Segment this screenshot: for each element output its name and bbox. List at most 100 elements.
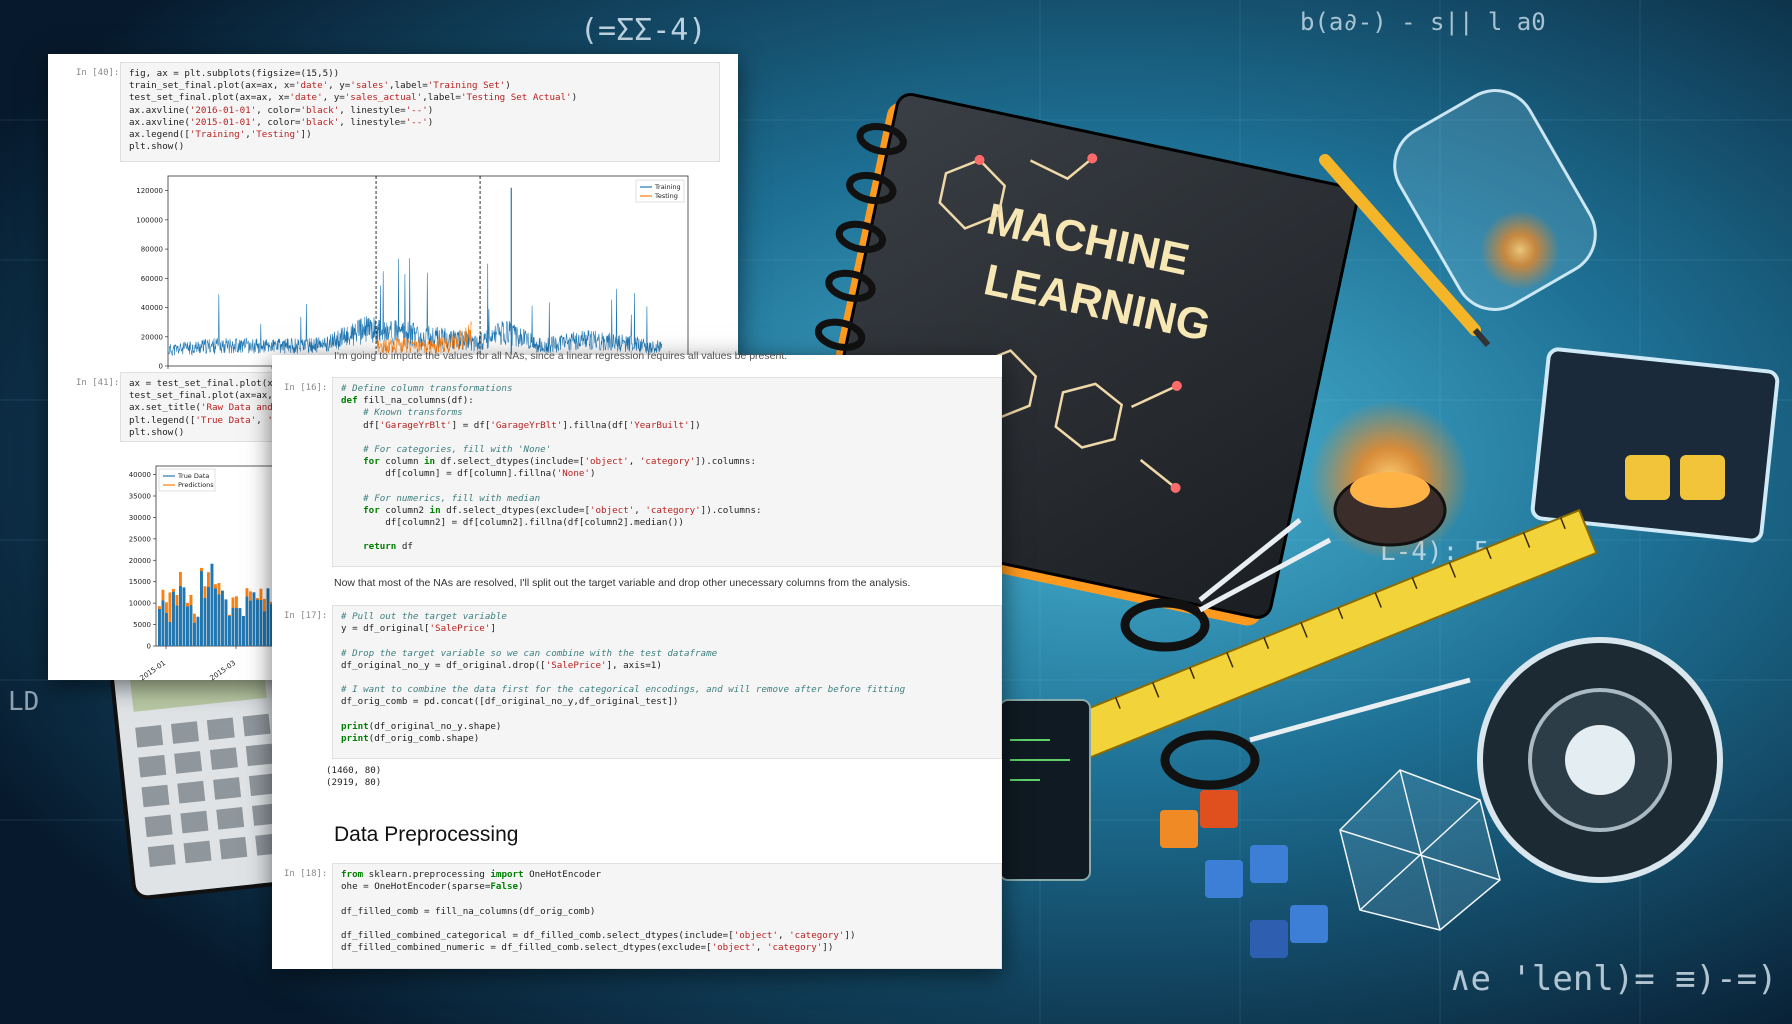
bar-true-data	[161, 600, 165, 646]
code-line: for column in df.select_dtypes(include=[…	[363, 456, 756, 468]
bar-true-data	[242, 616, 245, 646]
code-cell-18[interactable]: from sklearn.preprocessing import OneHot…	[332, 863, 1002, 969]
bar-true-data	[214, 588, 217, 646]
y-tick-label: 60000	[141, 275, 163, 283]
code-line: print(df_original_no_y.shape)	[341, 720, 502, 732]
bar-true-data	[228, 615, 231, 646]
code-line: df[column] = df[column].fillna('None')	[341, 468, 596, 480]
markdown-text: Now that most of the NAs are resolved, I…	[334, 577, 911, 589]
code-line: # Define column transformations	[341, 383, 513, 394]
code-line: ax.axvline('2016-01-01', color='black', …	[129, 104, 434, 116]
speaker-illustration	[1477, 637, 1723, 883]
bar-true-data	[238, 608, 242, 646]
code-line: df_filled_comb = fill_na_columns(df_orig…	[341, 905, 596, 917]
code-line: print(df_orig_comb.shape)	[341, 732, 480, 744]
y-tick-label: 25000	[129, 535, 151, 543]
bar-true-data	[168, 622, 172, 646]
y-tick-label: 35000	[129, 493, 151, 501]
bar-true-data	[263, 611, 266, 646]
legend-label: Testing	[654, 192, 678, 200]
bar-true-data	[182, 587, 186, 646]
code-line: test_set_final.plot(ax=ax, x='date', y='…	[129, 92, 578, 104]
y-tick-label: 30000	[129, 514, 151, 522]
code-line: df_filled_combined_categorical = df_fill…	[341, 929, 856, 941]
code-line: # For numerics, fill with median	[341, 492, 541, 504]
code-line: def fill_na_columns(df):	[341, 395, 474, 407]
bar-true-data	[231, 607, 235, 646]
code-line: return df	[363, 541, 413, 553]
bar-true-data	[245, 596, 249, 646]
bar-true-data	[179, 586, 182, 646]
svg-text:LD: LD	[8, 687, 39, 717]
code-line: df_filled_combined_numeric = df_filled_c…	[341, 942, 834, 954]
cell-prompt: In [17]:	[284, 611, 328, 621]
bar-true-data	[203, 598, 207, 646]
code-line: ax.axvline('2015-01-01', color='black', …	[129, 116, 434, 128]
bar-true-data	[259, 600, 263, 646]
svg-text:(=ΣΣ-4): (=ΣΣ-4)	[580, 13, 706, 48]
code-line: # I want to combine the data first for t…	[341, 684, 906, 696]
markdown-text-top: I'm going to impute the values for all N…	[334, 350, 788, 362]
bar-true-data	[224, 599, 228, 646]
y-tick-label: 100000	[136, 216, 163, 224]
y-tick-label: 15000	[129, 578, 151, 586]
code-line: plt.show()	[129, 141, 185, 153]
bar-true-data	[256, 599, 259, 646]
legend-label: Predictions	[178, 481, 214, 489]
y-tick-label: 10000	[129, 600, 151, 608]
code-cell-17[interactable]: # Pull out the target variable y = df_ori…	[332, 605, 1002, 759]
y-tick-label: 120000	[136, 187, 163, 195]
cell-prompt: In [16]:	[284, 383, 328, 393]
code-cell-40[interactable]: fig, ax = plt.subplots(figsize=(15,5)) tr…	[120, 62, 720, 162]
x-tick-label: 2015-03	[209, 659, 238, 682]
y-tick-label: 40000	[129, 471, 151, 479]
code-line: # Pull out the target variable	[341, 611, 507, 622]
code-line: df_orig_comb = pd.concat([df_original_no…	[341, 696, 679, 708]
code-line: ohe = OneHotEncoder(sparse=False)	[341, 881, 524, 893]
cell-prompt: In [41]:	[76, 378, 120, 388]
cell-prompt: In [18]:	[284, 869, 328, 879]
code-line: df['GarageYrBlt'] = df['GarageYrBlt'].fi…	[341, 419, 701, 431]
bar-true-data	[249, 600, 252, 646]
bar-true-data	[158, 609, 161, 646]
section-heading: Data Preprocessing	[334, 823, 519, 846]
bar-true-data	[186, 606, 189, 646]
code-line: y = df_original['SalePrice']	[341, 623, 496, 635]
code-line: for column2 in df.select_dtypes(exclude=…	[363, 504, 762, 516]
code-line: # Drop the target variable so we can com…	[341, 647, 718, 659]
bar-true-data	[221, 590, 224, 646]
code-line: # Known transforms	[341, 407, 463, 419]
svg-text:b(a∂-) - s|| l a0: b(a∂-) - s|| l a0	[1300, 8, 1546, 36]
bar-true-data	[193, 622, 196, 646]
bar-true-data	[175, 605, 179, 646]
bar-true-data	[172, 591, 175, 646]
code-line: # For categories, fill with 'None'	[341, 443, 552, 455]
y-tick-label: 80000	[141, 246, 163, 254]
legend-label: True Data	[177, 472, 209, 480]
code-cell-16[interactable]: # Define column transformations def fill_…	[332, 377, 1002, 567]
y-tick-label: 0	[159, 363, 163, 371]
bar-true-data	[235, 608, 238, 646]
bar-true-data	[196, 616, 200, 646]
code-line: train_set_final.plot(ax=ax, x='date', y=…	[129, 80, 511, 92]
bar-true-data	[165, 613, 168, 646]
code-line: from sklearn.preprocessing import OneHot…	[341, 869, 602, 880]
x-tick-label: 2015-01	[139, 659, 168, 682]
cell-output-17: (1460, 80) (2919, 80)	[326, 765, 381, 789]
bar-true-data	[189, 605, 193, 646]
bar-true-data	[252, 592, 256, 646]
code-line: fig, ax = plt.subplots(figsize=(15,5))	[129, 68, 340, 79]
y-tick-label: 0	[147, 643, 151, 651]
legend-label: Training	[654, 183, 681, 191]
bar-true-data	[217, 594, 221, 646]
y-tick-label: 20000	[141, 333, 163, 341]
output-line: (2919, 80)	[326, 777, 382, 788]
code-line: df[column2] = df[column2].fillna(df[colu…	[341, 517, 684, 529]
